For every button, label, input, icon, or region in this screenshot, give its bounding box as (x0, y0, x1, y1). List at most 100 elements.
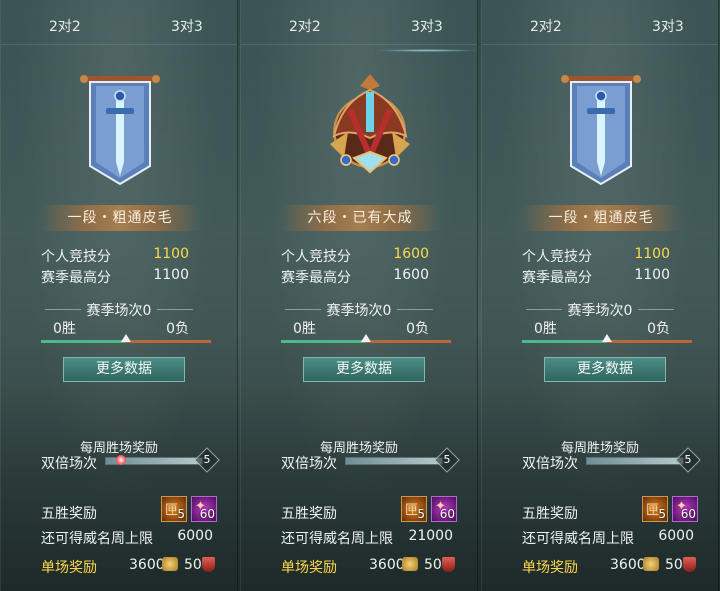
tab-3v3[interactable]: 3对3 (165, 14, 209, 38)
season-high-label: 赛季最高分 (522, 270, 592, 286)
win-loss-bar (281, 334, 451, 343)
item1-count: 5 (417, 507, 425, 521)
weekly-cap-label: 还可得威名周上限 (522, 531, 634, 547)
win-loss-bar (522, 334, 692, 343)
five-win-reward-label: 五胜奖励 (41, 506, 97, 522)
double-matches-label: 双倍场次 (41, 456, 97, 472)
season-matches-label: 赛季场次0 (482, 300, 718, 320)
win-loss-marker (361, 334, 371, 342)
weekly-cap-label: 还可得威名周上限 (41, 531, 153, 547)
season-matches-label: 赛季场次0 (241, 300, 477, 320)
loss-segment (366, 340, 451, 343)
win-segment (41, 340, 126, 343)
weekly-cap-value: 6000 (177, 528, 213, 544)
single-honor-value: 50 (665, 557, 683, 573)
weekly-cap-value: 21000 (408, 528, 453, 544)
losses-count: 0负 (406, 321, 429, 337)
arena-panel-left: 2对2 3对3 一段・粗通皮毛 个人竞技分 1100 赛季最高分 1100 赛季… (0, 0, 238, 591)
double-matches-max: 5 (203, 453, 211, 466)
single-reward-label: 单场奖励 (522, 560, 578, 576)
personal-score-label: 个人竞技分 (41, 249, 111, 265)
season-high-value: 1100 (153, 267, 189, 283)
coin-icon (162, 557, 178, 571)
weekly-cap-label: 还可得威名周上限 (281, 531, 393, 547)
single-reward-label: 单场奖励 (41, 560, 97, 576)
mode-tabs: 2对2 3对3 (241, 0, 479, 52)
double-matches-progress (105, 455, 203, 465)
tab-3v3[interactable]: 3对3 (646, 14, 690, 38)
arena-panel-middle: 2对2 3对3 六段・已有大成 个人竞技分 1600 赛季最高分 1600 赛季… (240, 0, 479, 591)
more-data-button[interactable]: 更多数据 (303, 357, 425, 382)
arena-panel-right: 2对2 3对3 一段・粗通皮毛 个人竞技分 1100 赛季最高分 1100 赛季… (481, 0, 719, 591)
wins-count: 0胜 (53, 321, 76, 337)
season-matches-label: 赛季场次0 (1, 300, 237, 320)
tab-2v2[interactable]: 2对2 (524, 14, 568, 38)
loss-segment (126, 340, 211, 343)
losses-count: 0负 (647, 321, 670, 337)
more-data-button[interactable]: 更多数据 (544, 357, 666, 382)
orange-chest-item-icon[interactable]: 匣5 (161, 496, 187, 522)
rank-title: 一段・粗通皮毛 (520, 205, 682, 231)
losses-count: 0负 (166, 321, 189, 337)
double-matches-max: 5 (443, 453, 451, 466)
personal-score-label: 个人竞技分 (522, 249, 592, 265)
double-matches-progress (345, 457, 443, 465)
purple-crystal-item-icon[interactable]: ✦ 60 (431, 496, 457, 522)
rank-title: 六段・已有大成 (279, 205, 441, 231)
wins-count: 0胜 (534, 321, 557, 337)
progress-fill (587, 458, 683, 464)
personal-score-value: 1100 (153, 246, 189, 262)
item2-count: 60 (199, 507, 215, 521)
item2-count: 60 (680, 507, 696, 521)
mode-tabs: 2对2 3对3 (1, 0, 237, 45)
personal-score-label: 个人竞技分 (281, 249, 351, 265)
double-matches-max: 5 (684, 453, 692, 466)
single-reward-label: 单场奖励 (281, 560, 337, 576)
orange-chest-item-icon[interactable]: 匣5 (642, 496, 668, 522)
tab-2v2[interactable]: 2对2 (43, 14, 87, 38)
five-win-reward-label: 五胜奖励 (522, 506, 578, 522)
purple-crystal-item-icon[interactable]: ✦ 60 (672, 496, 698, 522)
season-high-value: 1100 (634, 267, 670, 283)
season-high-label: 赛季最高分 (41, 270, 111, 286)
season-high-label: 赛季最高分 (281, 270, 351, 286)
double-matches-label: 双倍场次 (281, 456, 337, 472)
single-honor-value: 50 (424, 557, 442, 573)
single-coin-value: 3600 (129, 557, 165, 573)
win-loss-marker (602, 334, 612, 342)
red-shield-icon (202, 557, 215, 572)
five-win-reward-label: 五胜奖励 (281, 506, 337, 522)
win-segment (281, 340, 366, 343)
loss-segment (607, 340, 692, 343)
tab-2v2[interactable]: 2对2 (283, 14, 327, 38)
season-high-value: 1600 (393, 267, 429, 283)
win-loss-marker (121, 334, 131, 342)
wins-count: 0胜 (293, 321, 316, 337)
progress-fill (346, 458, 442, 464)
win-loss-bar (41, 334, 211, 343)
rank-title: 一段・粗通皮毛 (39, 205, 201, 231)
red-shield-icon (683, 557, 696, 572)
double-matches-label: 双倍场次 (522, 456, 578, 472)
item1-count: 5 (658, 507, 666, 521)
blue-sword-banner-emblem (80, 75, 160, 186)
red-shield-icon (442, 557, 455, 572)
tab-3v3[interactable]: 3对3 (375, 14, 479, 52)
purple-crystal-item-icon[interactable]: ✦ 60 (191, 496, 217, 522)
bronze-crest-emblem (330, 74, 410, 174)
orange-chest-item-icon[interactable]: 匣5 (401, 496, 427, 522)
mode-tabs: 2对2 3对3 (482, 0, 718, 45)
blue-sword-banner-emblem (561, 75, 641, 186)
coin-icon (402, 557, 418, 571)
weekly-cap-value: 6000 (658, 528, 694, 544)
coin-icon (643, 557, 659, 571)
progress-gem-icon (116, 455, 126, 465)
single-coin-value: 3600 (610, 557, 646, 573)
personal-score-value: 1100 (634, 246, 670, 262)
double-matches-progress (586, 457, 684, 465)
item2-count: 60 (439, 507, 455, 521)
item1-count: 5 (177, 507, 185, 521)
more-data-button[interactable]: 更多数据 (63, 357, 185, 382)
personal-score-value: 1600 (393, 246, 429, 262)
single-coin-value: 3600 (369, 557, 405, 573)
